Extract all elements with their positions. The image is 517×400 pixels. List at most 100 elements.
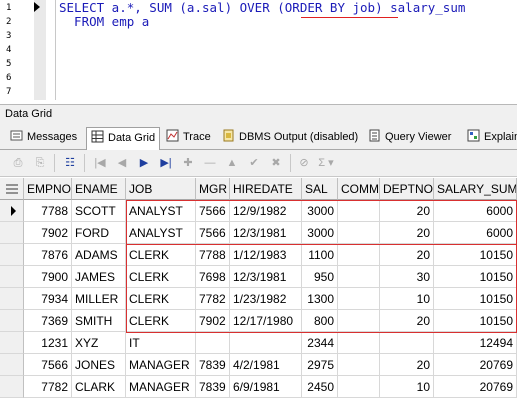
cell-empno[interactable]: 7876 (24, 244, 72, 266)
query-icon[interactable]: ☷ (62, 155, 78, 171)
cell-sal[interactable]: 2344 (302, 332, 338, 354)
cell-hiredate[interactable]: 12/3/1981 (230, 266, 302, 288)
cell-empno[interactable]: 7788 (24, 200, 72, 222)
row-indicator[interactable] (0, 310, 24, 332)
sql-editor[interactable]: 1 2 3 4 5 6 7 SELECT a.*, SUM (a.sal) OV… (0, 0, 517, 100)
cell-job[interactable]: IT (126, 332, 196, 354)
cell-deptno[interactable]: 10 (380, 288, 434, 310)
cell-mgr[interactable]: 7782 (196, 288, 230, 310)
tab-messages[interactable]: Messages (10, 127, 77, 147)
column-header-comm[interactable]: COMM (338, 178, 380, 200)
cell-sal[interactable]: 1100 (302, 244, 338, 266)
cell-empno[interactable]: 7566 (24, 354, 72, 376)
cell-job[interactable]: MANAGER (126, 376, 196, 398)
prior-record-icon[interactable]: ◀ (114, 155, 130, 171)
cell-deptno[interactable]: 20 (380, 244, 434, 266)
cell-salary-sum[interactable]: 6000 (434, 222, 517, 244)
cell-empno[interactable]: 7369 (24, 310, 72, 332)
row-indicator[interactable] (0, 376, 24, 398)
cell-deptno[interactable]: 20 (380, 200, 434, 222)
cell-mgr[interactable] (196, 332, 230, 354)
export-icon[interactable]: ⎘ (32, 155, 48, 171)
row-indicator[interactable] (0, 266, 24, 288)
cell-sal[interactable]: 3000 (302, 200, 338, 222)
cell-job[interactable]: ANALYST (126, 222, 196, 244)
cell-job[interactable]: ANALYST (126, 200, 196, 222)
cell-mgr[interactable]: 7566 (196, 200, 230, 222)
cell-sal[interactable]: 800 (302, 310, 338, 332)
row-indicator[interactable] (0, 332, 24, 354)
cell-sal[interactable]: 950 (302, 266, 338, 288)
cell-job[interactable]: MANAGER (126, 354, 196, 376)
column-header-ename[interactable]: ENAME (72, 178, 126, 200)
cell-ename[interactable]: JONES (72, 354, 126, 376)
grid-corner[interactable] (0, 178, 24, 200)
column-header-salary-sum[interactable]: SALARY_SUM (434, 178, 517, 200)
column-header-empno[interactable]: EMPNO (24, 178, 72, 200)
insert-icon[interactable]: ✚ (180, 155, 196, 171)
cell-hiredate[interactable]: 4/2/1981 (230, 354, 302, 376)
cell-empno[interactable]: 7934 (24, 288, 72, 310)
cell-mgr[interactable]: 7698 (196, 266, 230, 288)
cell-ename[interactable]: CLARK (72, 376, 126, 398)
table-row[interactable]: 7369 SMITH CLERK 7902 12/17/1980 800 20 10150 (0, 310, 517, 332)
cell-salary-sum[interactable]: 20769 (434, 376, 517, 398)
cell-mgr[interactable]: 7839 (196, 354, 230, 376)
table-row[interactable]: 7782 CLARK MANAGER 7839 6/9/1981 2450 10 20769 (0, 376, 517, 398)
cell-sal[interactable]: 1300 (302, 288, 338, 310)
cell-mgr[interactable]: 7839 (196, 376, 230, 398)
cell-empno[interactable]: 7902 (24, 222, 72, 244)
cell-comm[interactable] (338, 200, 380, 222)
cell-sal[interactable]: 2975 (302, 354, 338, 376)
cell-deptno[interactable]: 20 (380, 310, 434, 332)
cell-empno[interactable]: 7900 (24, 266, 72, 288)
cell-mgr[interactable]: 7788 (196, 244, 230, 266)
edit-icon[interactable]: ▲ (224, 155, 240, 171)
cell-job[interactable]: CLERK (126, 310, 196, 332)
row-indicator[interactable] (0, 200, 24, 222)
cell-comm[interactable] (338, 376, 380, 398)
cell-deptno[interactable]: 20 (380, 354, 434, 376)
column-header-hiredate[interactable]: HIREDATE (230, 178, 302, 200)
column-header-deptno[interactable]: DEPTNO (380, 178, 434, 200)
table-row[interactable]: 1231 XYZ IT 2344 12494 (0, 332, 517, 354)
cell-comm[interactable] (338, 310, 380, 332)
cell-hiredate[interactable]: 12/9/1982 (230, 200, 302, 222)
cell-salary-sum[interactable]: 10150 (434, 266, 517, 288)
print-icon[interactable]: ⎙ (10, 155, 26, 171)
cell-salary-sum[interactable]: 20769 (434, 354, 517, 376)
tab-dbms-output[interactable]: DBMS Output (disabled) (222, 127, 358, 147)
cell-comm[interactable] (338, 222, 380, 244)
cell-comm[interactable] (338, 332, 380, 354)
cell-ename[interactable]: FORD (72, 222, 126, 244)
cell-sal[interactable]: 2450 (302, 376, 338, 398)
cell-hiredate[interactable]: 1/23/1982 (230, 288, 302, 310)
cell-hiredate[interactable]: 6/9/1981 (230, 376, 302, 398)
row-indicator[interactable] (0, 244, 24, 266)
cell-hiredate[interactable]: 12/17/1980 (230, 310, 302, 332)
table-row[interactable]: 7900 JAMES CLERK 7698 12/3/1981 950 30 10150 (0, 266, 517, 288)
cell-deptno[interactable]: 30 (380, 266, 434, 288)
cell-hiredate[interactable] (230, 332, 302, 354)
cancel-icon[interactable]: ✖ (268, 155, 284, 171)
cell-empno[interactable]: 1231 (24, 332, 72, 354)
cell-ename[interactable]: ADAMS (72, 244, 126, 266)
sql-line-2[interactable]: FROM emp a (59, 14, 149, 29)
cell-deptno[interactable] (380, 332, 434, 354)
cell-ename[interactable]: SCOTT (72, 200, 126, 222)
cell-job[interactable]: CLERK (126, 288, 196, 310)
column-header-sal[interactable]: SAL (302, 178, 338, 200)
cell-job[interactable]: CLERK (126, 266, 196, 288)
column-header-job[interactable]: JOB (126, 178, 196, 200)
cell-ename[interactable]: JAMES (72, 266, 126, 288)
cell-hiredate[interactable]: 1/12/1983 (230, 244, 302, 266)
sum-icon[interactable]: Σ ▾ (318, 155, 334, 171)
cell-mgr[interactable]: 7566 (196, 222, 230, 244)
refresh-icon[interactable]: ⊘ (296, 155, 312, 171)
tab-data-grid[interactable]: Data Grid (86, 127, 161, 150)
table-row[interactable]: 7934 MILLER CLERK 7782 1/23/1982 1300 10 10150 (0, 288, 517, 310)
last-record-icon[interactable]: ▶| (158, 155, 174, 171)
table-row[interactable]: 7566 JONES MANAGER 7839 4/2/1981 2975 20 20769 (0, 354, 517, 376)
sql-line-1[interactable]: SELECT a.*, SUM (a.sal) OVER (ORDER BY j… (59, 0, 465, 15)
row-indicator[interactable] (0, 288, 24, 310)
